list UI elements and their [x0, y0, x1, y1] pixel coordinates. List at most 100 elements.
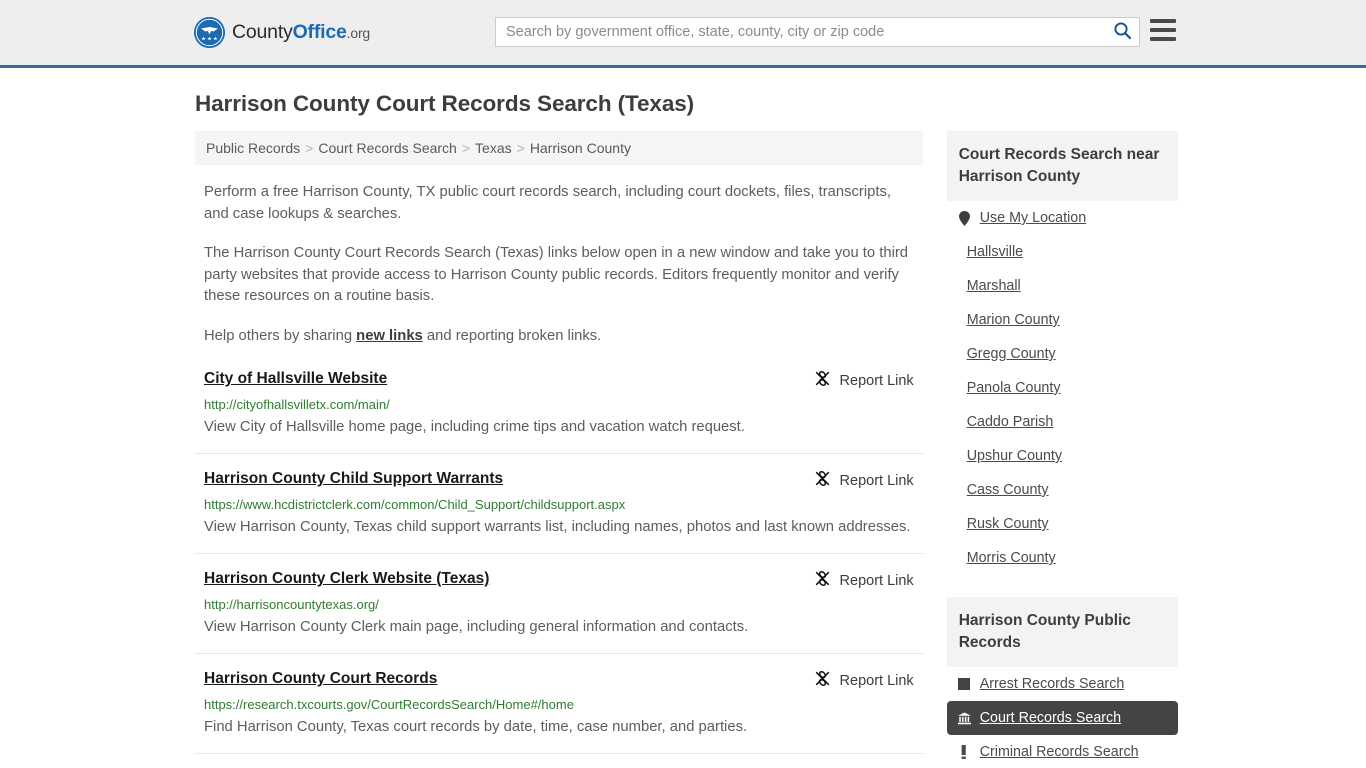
- result-item: City of Hallsville Website Report Link htt…: [195, 369, 923, 454]
- sidebar-item-label: Court Records Search: [979, 710, 1122, 726]
- breadcrumb: Public Records > Court Records Search > Texa…: [195, 131, 923, 165]
- logo-text-county: County: [232, 21, 293, 43]
- sidebar-item-court-records-search[interactable]: Court Records Search: [946, 701, 1178, 735]
- logo-wordmark: CountyOffice.org: [232, 21, 370, 44]
- new-links-link[interactable]: new links: [356, 328, 423, 344]
- sidebar-item-arrest-records-search[interactable]: Arrest Records Search: [947, 667, 1178, 701]
- sidebar: Court Records Search near Harrison Count…: [946, 131, 1178, 768]
- breadcrumb-separator: >: [461, 140, 471, 156]
- broken-link-icon: [814, 470, 831, 491]
- eagle-badge-icon: [194, 17, 225, 48]
- hamburger-bar: [1150, 19, 1176, 23]
- logo-text-office: Office: [292, 21, 347, 43]
- sidebar-item-rusk-county[interactable]: Rusk County: [947, 507, 1178, 541]
- search-bar[interactable]: [495, 17, 1140, 47]
- report-link-button[interactable]: Report Link: [814, 670, 914, 691]
- breadcrumb-item-harrison-county[interactable]: Harrison County: [530, 140, 631, 156]
- results-list: City of Hallsville Website Report Link htt…: [195, 369, 923, 768]
- intro-text: Perform a free Harrison County, TX publi…: [195, 182, 923, 347]
- broken-link-icon: [814, 370, 831, 391]
- hamburger-menu-icon[interactable]: [1150, 19, 1176, 41]
- sidebar-item-label: Hallsville: [966, 244, 1024, 260]
- sidebar-item-label: Rusk County: [966, 516, 1049, 532]
- list-item: Court Records Search: [946, 701, 1178, 735]
- header-inner: CountyOffice.org: [0, 0, 1366, 65]
- page-body: Harrison County Court Records Search (Te…: [0, 91, 1366, 768]
- fingerprint-icon: [958, 677, 971, 692]
- breadcrumb-item-public-records[interactable]: Public Records: [206, 140, 300, 156]
- nearby-panel-heading: Court Records Search near Harrison Count…: [946, 131, 1178, 201]
- public-records-panel-heading: Harrison County Public Records: [946, 597, 1178, 667]
- result-header: Harrison County Clerk Website (Texas) Rep…: [204, 569, 914, 591]
- logo-text-org: .org: [346, 25, 371, 41]
- content-container: Harrison County Court Records Search (Te…: [188, 91, 1178, 768]
- intro-paragraph-2: The Harrison County Court Records Search…: [204, 245, 909, 304]
- sidebar-item-use-my-location[interactable]: Use My Location: [947, 201, 1178, 235]
- intro-p3-after: and reporting broken links.: [422, 327, 602, 344]
- page-title: Harrison County Court Records Search (Te…: [195, 91, 695, 116]
- sidebar-item-gregg-county[interactable]: Gregg County: [947, 337, 1178, 371]
- breadcrumb-item-texas[interactable]: Texas: [475, 140, 512, 156]
- public-records-panel: Harrison County Public Records Arrest Re…: [946, 597, 1178, 768]
- hamburger-bar: [1150, 28, 1176, 32]
- hamburger-bar: [1150, 37, 1176, 41]
- sidebar-item-label: Marion County: [966, 312, 1060, 328]
- result-description: View City of Hallsville home page, inclu…: [204, 419, 745, 435]
- two-column-layout: Public Records > Court Records Search > Texa…: [195, 131, 1178, 768]
- list-item: Rusk County: [947, 507, 1178, 541]
- report-link-label: Report Link: [839, 572, 914, 589]
- broken-link-icon: [814, 670, 831, 691]
- sidebar-item-criminal-records-search[interactable]: Criminal Records Search: [947, 735, 1178, 768]
- report-link-label: Report Link: [839, 672, 914, 689]
- sidebar-item-caddo-parish[interactable]: Caddo Parish: [947, 405, 1178, 439]
- list-item: Marshall: [947, 269, 1178, 303]
- intro-paragraph-1: Perform a free Harrison County, TX publi…: [204, 184, 891, 222]
- report-link-label: Report Link: [839, 372, 914, 389]
- result-url: http://harrisoncountytexas.org/: [204, 597, 379, 612]
- breadcrumb-separator: >: [516, 140, 525, 156]
- list-item: Panola County: [947, 371, 1178, 405]
- report-link-label: Report Link: [839, 472, 914, 489]
- breadcrumb-item-court-records-search[interactable]: Court Records Search: [318, 140, 457, 156]
- result-title-link[interactable]: Harrison County Clerk Website (Texas): [204, 569, 489, 589]
- result-item: Harrison County Clerk Website (Texas) Rep…: [195, 569, 923, 654]
- sidebar-item-morris-county[interactable]: Morris County: [947, 541, 1178, 575]
- result-title-link[interactable]: Harrison County Child Support Warrants: [204, 469, 503, 489]
- result-header: Harrison County Child Support Warrants Re…: [204, 469, 914, 491]
- intro-p3-before: Help others by sharing: [204, 327, 357, 344]
- result-description: View Harrison County, Texas child suppor…: [204, 519, 911, 535]
- sidebar-item-cass-county[interactable]: Cass County: [947, 473, 1178, 507]
- search-icon: [1113, 21, 1132, 43]
- sidebar-item-label: Caddo Parish: [966, 414, 1054, 430]
- main-column: Public Records > Court Records Search > Texa…: [195, 131, 923, 768]
- sidebar-item-hallsville[interactable]: Hallsville: [947, 235, 1178, 269]
- result-header: Harrison County Court Records Report Link: [204, 669, 914, 691]
- site-logo[interactable]: CountyOffice.org: [194, 17, 370, 48]
- result-title-link[interactable]: City of Hallsville Website: [204, 369, 387, 389]
- list-item: Use My Location: [947, 201, 1178, 235]
- breadcrumb-separator: >: [305, 140, 314, 156]
- sidebar-item-panola-county[interactable]: Panola County: [947, 371, 1178, 405]
- site-header: CountyOffice.org: [0, 0, 1366, 68]
- sidebar-item-upshur-county[interactable]: Upshur County: [947, 439, 1178, 473]
- broken-link-icon: [814, 570, 831, 591]
- list-item: Hallsville: [947, 235, 1178, 269]
- sidebar-item-marshall[interactable]: Marshall: [947, 269, 1178, 303]
- sidebar-item-marion-county[interactable]: Marion County: [947, 303, 1178, 337]
- nearby-list: Use My Location Hallsville Marshall Marion …: [947, 201, 1178, 575]
- sidebar-item-label: Use My Location: [979, 210, 1087, 226]
- search-button[interactable]: [1105, 18, 1139, 46]
- sidebar-item-label: Morris County: [966, 550, 1056, 566]
- sidebar-item-label: Upshur County: [966, 448, 1063, 464]
- report-link-button[interactable]: Report Link: [814, 470, 914, 491]
- result-title-link[interactable]: Harrison County Court Records: [204, 669, 437, 689]
- result-header: City of Hallsville Website Report Link: [204, 369, 914, 391]
- nearby-panel: Court Records Search near Harrison Count…: [946, 131, 1178, 575]
- search-input[interactable]: [496, 18, 1105, 46]
- report-link-button[interactable]: Report Link: [814, 570, 914, 591]
- report-link-button[interactable]: Report Link: [814, 370, 914, 391]
- sidebar-item-label: Criminal Records Search: [979, 744, 1139, 760]
- sidebar-item-label: Panola County: [966, 380, 1061, 396]
- list-item: Cass County: [947, 473, 1178, 507]
- intro-paragraph-3: Help others by sharing new links and rep…: [195, 326, 923, 348]
